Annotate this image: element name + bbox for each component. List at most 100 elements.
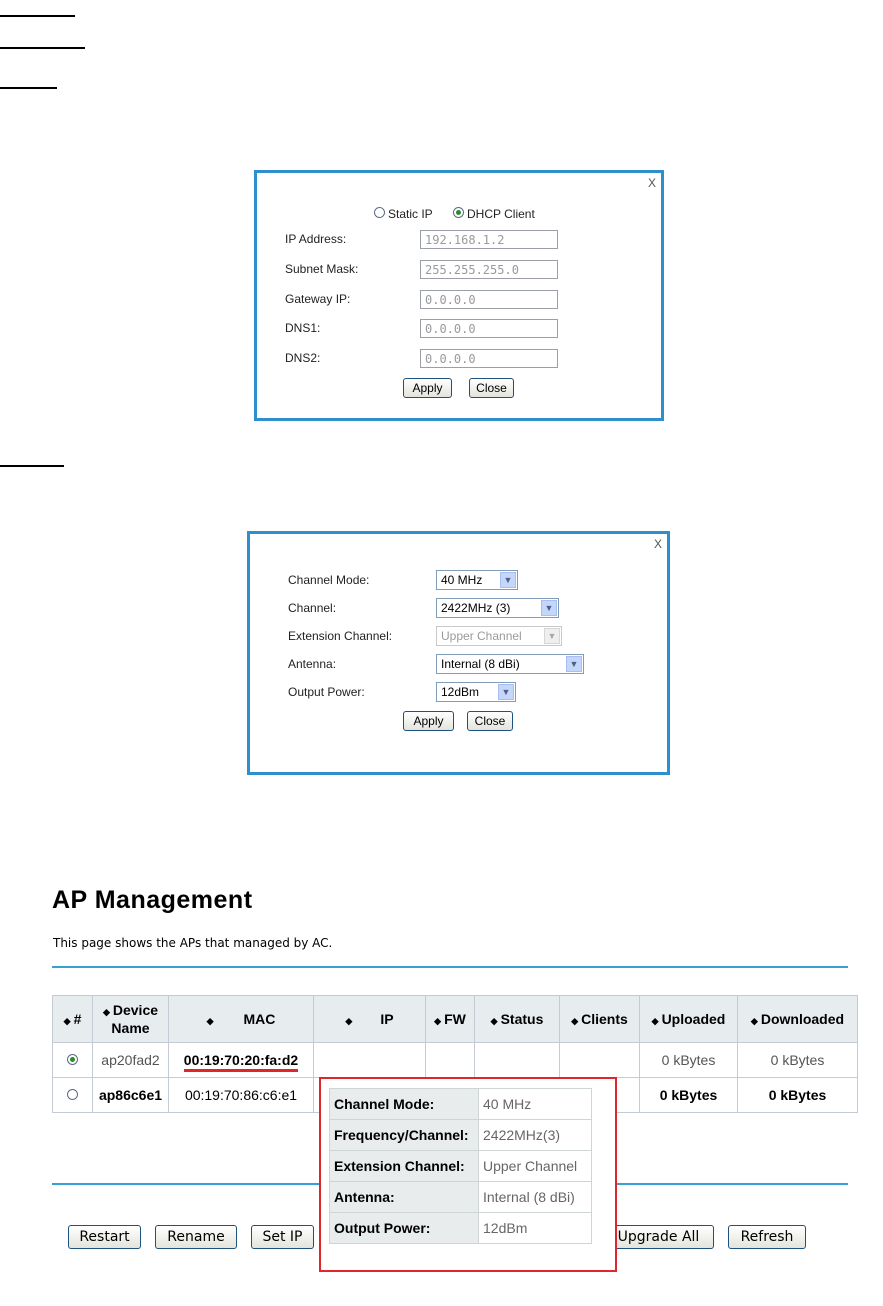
dhcp-client-radio[interactable] [453, 207, 464, 218]
close-button[interactable]: Close [467, 711, 513, 731]
dns2-label: DNS2: [285, 351, 321, 365]
popup-row: Channel Mode: 40 MHz [329, 1088, 592, 1120]
channel-value: 2422MHz (3) [441, 601, 511, 615]
popup-value: 12dBm [478, 1212, 592, 1244]
radio-info-popup: Channel Mode: 40 MHz Frequency/Channel: 24… [319, 1077, 617, 1272]
row-select-cell [52, 1077, 93, 1113]
col-label: Clients [581, 1011, 628, 1027]
antenna-select[interactable]: Internal (8 dBi) ▼ [436, 654, 584, 674]
fw-cell [425, 1042, 475, 1078]
sort-icon: ◆ [434, 1016, 442, 1026]
popup-row: Antenna: Internal (8 dBi) [329, 1181, 592, 1213]
gateway-ip-label: Gateway IP: [285, 292, 351, 306]
ip-address-label: IP Address: [285, 232, 347, 246]
col-uploaded-header[interactable]: ◆ Uploaded [639, 995, 738, 1043]
rename-button[interactable]: Rename [155, 1225, 237, 1249]
popup-value: Internal (8 dBi) [478, 1181, 592, 1213]
popup-key: Antenna: [329, 1181, 479, 1213]
chevron-down-icon: ▼ [544, 628, 560, 644]
mac-link[interactable]: 00:19:70:20:fa:d2 [183, 1052, 299, 1072]
chevron-down-icon: ▼ [566, 656, 582, 672]
col-downloaded-header[interactable]: ◆ Downloaded [737, 995, 858, 1043]
link-underline-1[interactable] [0, 15, 75, 17]
channel-label: Channel: [288, 601, 337, 615]
col-clients-header[interactable]: ◆ Clients [559, 995, 640, 1043]
sort-icon: ◆ [63, 1016, 71, 1026]
extension-channel-label: Extension Channel: [288, 629, 393, 643]
static-ip-label: Static IP [388, 207, 433, 221]
page-subtitle: This page shows the APs that managed by … [53, 936, 333, 950]
popup-row: Extension Channel: Upper Channel [329, 1150, 592, 1182]
downloaded-cell: 0 kBytes [737, 1077, 858, 1113]
chevron-down-icon: ▼ [498, 684, 514, 700]
ip-settings-dialog: X Static IP DHCP Client IP Address: 192.… [254, 170, 664, 421]
status-cell [474, 1042, 560, 1078]
close-button[interactable]: Close [469, 378, 514, 398]
extension-channel-value: Upper Channel [441, 629, 522, 643]
col-label: # [73, 1011, 82, 1027]
sort-icon: ◆ [345, 1016, 353, 1026]
uploaded-cell: 0 kBytes [639, 1077, 738, 1113]
popup-key: Frequency/Channel: [329, 1119, 479, 1151]
col-index-header[interactable]: ◆ # [52, 995, 93, 1043]
col-label: MAC [243, 1011, 276, 1027]
col-ip-header[interactable]: ◆ IP [313, 995, 426, 1043]
dns2-field[interactable]: 0.0.0.0 [420, 349, 558, 368]
apply-button[interactable]: Apply [403, 711, 454, 731]
col-mac-header[interactable]: ◆ MAC [168, 995, 314, 1043]
link-underline-4[interactable] [0, 465, 64, 467]
apply-button[interactable]: Apply [403, 378, 452, 398]
link-underline-2[interactable] [0, 47, 85, 49]
subnet-mask-field[interactable]: 255.255.255.0 [420, 260, 558, 279]
popup-key: Channel Mode: [329, 1088, 479, 1120]
dns1-field[interactable]: 0.0.0.0 [420, 319, 558, 338]
channel-mode-select[interactable]: 40 MHz ▼ [436, 570, 518, 590]
antenna-value: Internal (8 dBi) [441, 657, 520, 671]
channel-select[interactable]: 2422MHz (3) ▼ [436, 598, 559, 618]
col-label: FW [444, 1011, 466, 1027]
col-label: IP [380, 1011, 394, 1027]
clients-cell [559, 1042, 640, 1078]
dns1-label: DNS1: [285, 321, 321, 335]
channel-mode-value: 40 MHz [441, 573, 483, 587]
popup-key: Output Power: [329, 1212, 479, 1244]
popup-row: Output Power: 12dBm [329, 1212, 592, 1244]
link-underline-3[interactable] [0, 87, 57, 89]
col-device-name-header[interactable]: ◆ Device Name [92, 995, 169, 1043]
close-icon[interactable]: X [648, 176, 656, 190]
mac-link[interactable]: 00:19:70:86:c6:e1 [185, 1087, 297, 1103]
extension-channel-select[interactable]: Upper Channel ▼ [436, 626, 562, 646]
set-ip-button[interactable]: Set IP [251, 1225, 314, 1249]
device-name-cell: ap20fad2 [92, 1042, 169, 1078]
sort-icon: ◆ [206, 1016, 214, 1026]
col-fw-header[interactable]: ◆ FW [425, 995, 475, 1043]
row-select-radio[interactable] [67, 1054, 78, 1065]
output-power-label: Output Power: [288, 685, 365, 699]
popup-value: 2422MHz(3) [478, 1119, 592, 1151]
close-icon[interactable]: X [654, 537, 662, 551]
refresh-button[interactable]: Refresh [728, 1225, 806, 1249]
radio-info-table: Channel Mode: 40 MHz Frequency/Channel: 24… [329, 1088, 592, 1244]
output-power-value: 12dBm [441, 685, 480, 699]
col-label: Device Name [111, 1002, 159, 1036]
sort-icon: ◆ [750, 1016, 758, 1026]
table-header-row: ◆ # ◆ Device Name ◆ MAC ◆ IP ◆ FW ◆ Status ◆ Cl… [52, 995, 858, 1043]
static-ip-radio[interactable] [374, 207, 385, 218]
sort-icon: ◆ [651, 1016, 659, 1026]
mac-cell: 00:19:70:20:fa:d2 [168, 1042, 314, 1078]
ip-address-field[interactable]: 192.168.1.2 [420, 230, 558, 249]
gateway-ip-field[interactable]: 0.0.0.0 [420, 290, 558, 309]
row-select-radio[interactable] [67, 1089, 78, 1100]
popup-row: Frequency/Channel: 2422MHz(3) [329, 1119, 592, 1151]
col-status-header[interactable]: ◆ Status [474, 995, 560, 1043]
popup-value: Upper Channel [478, 1150, 592, 1182]
sort-icon: ◆ [102, 1007, 110, 1017]
table-row[interactable]: ap20fad2 00:19:70:20:fa:d2 0 kBytes 0 kB… [52, 1042, 858, 1078]
sort-icon: ◆ [490, 1016, 498, 1026]
restart-button[interactable]: Restart [68, 1225, 141, 1249]
output-power-select[interactable]: 12dBm ▼ [436, 682, 516, 702]
dhcp-client-label: DHCP Client [467, 207, 535, 221]
ip-cell [313, 1042, 426, 1078]
upgrade-all-button[interactable]: Upgrade All [603, 1225, 714, 1249]
uploaded-cell: 0 kBytes [639, 1042, 738, 1078]
